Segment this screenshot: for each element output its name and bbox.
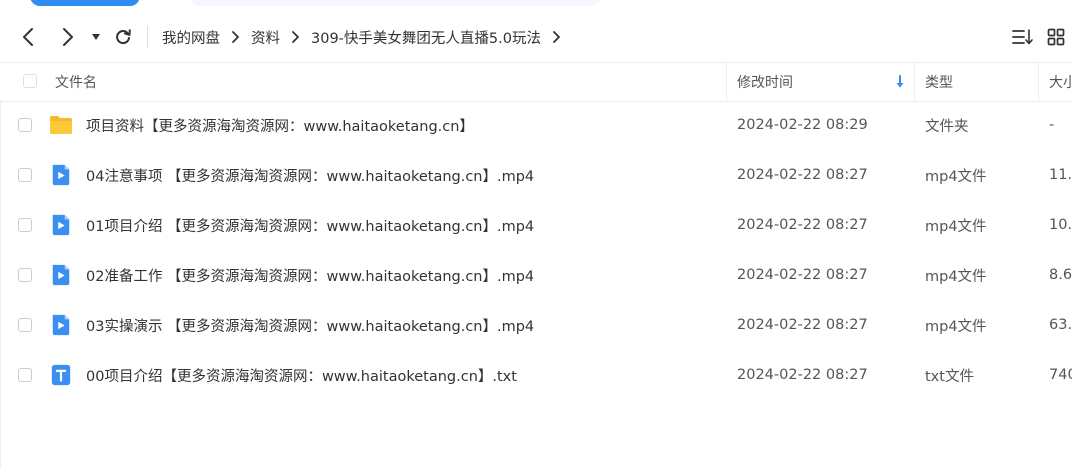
video-file-icon: [52, 214, 70, 236]
column-divider[interactable]: [914, 63, 915, 101]
sort-list-icon: [1012, 29, 1033, 45]
row-checkbox[interactable]: [18, 318, 32, 332]
text-file-icon: [51, 364, 71, 386]
file-modified-time: 2024-02-22 08:27: [737, 317, 868, 333]
file-row[interactable]: 00项目介绍【更多资源海淘资源网：www.haitaoketang.cn】.tx…: [0, 350, 1072, 400]
file-row[interactable]: 02准备工作 【更多资源海淘资源网：www.haitaoketang.cn】.m…: [0, 250, 1072, 300]
file-size: 63.: [1049, 317, 1072, 333]
upload-button[interactable]: [30, 0, 140, 6]
row-checkbox[interactable]: [18, 118, 32, 132]
chevron-right-icon: [231, 31, 239, 43]
video-file-icon: [52, 264, 70, 286]
chevron-left-icon: [23, 28, 33, 46]
chevron-right-icon[interactable]: [552, 31, 560, 43]
column-header-size[interactable]: 大小: [1049, 63, 1072, 101]
forward-button[interactable]: [52, 12, 82, 62]
file-type: mp4文件: [925, 318, 987, 335]
toolbar-divider: [147, 26, 148, 48]
column-header-type[interactable]: 类型: [925, 63, 953, 101]
breadcrumb: 我的网盘 资料 309-快手美女舞团无人直播5.0玩法: [162, 12, 572, 62]
toolbar: 我的网盘 资料 309-快手美女舞团无人直播5.0玩法: [0, 12, 1072, 62]
file-size: 740: [1049, 367, 1072, 383]
top-strip: [0, 0, 1072, 10]
file-modified-time: 2024-02-22 08:27: [737, 267, 868, 283]
file-row[interactable]: 01项目介绍 【更多资源海淘资源网：www.haitaoketang.cn】.m…: [0, 200, 1072, 250]
select-all-checkbox[interactable]: [23, 74, 37, 88]
file-modified-time: 2024-02-22 08:27: [737, 167, 868, 183]
file-size: 8.6: [1049, 267, 1072, 283]
file-name[interactable]: 00项目介绍【更多资源海淘资源网：www.haitaoketang.cn】.tx…: [86, 350, 517, 400]
column-divider[interactable]: [1038, 63, 1039, 101]
video-file-icon: [52, 164, 70, 186]
video-file-icon: [52, 314, 70, 336]
file-type: mp4文件: [925, 268, 987, 285]
column-header-modified[interactable]: 修改时间: [737, 63, 793, 101]
chevron-right-icon: [63, 28, 73, 46]
caret-down-icon: [92, 34, 100, 40]
file-row[interactable]: 项目资料【更多资源海淘资源网：www.haitaoketang.cn】 2024…: [0, 100, 1072, 150]
row-checkbox[interactable]: [18, 218, 32, 232]
file-name[interactable]: 04注意事项 【更多资源海淘资源网：www.haitaoketang.cn】.m…: [86, 150, 534, 200]
file-name[interactable]: 02准备工作 【更多资源海淘资源网：www.haitaoketang.cn】.m…: [86, 250, 534, 300]
file-type: mp4文件: [925, 218, 987, 235]
sort-menu-button[interactable]: [1011, 12, 1033, 62]
column-divider[interactable]: [726, 63, 727, 101]
chevron-right-icon: [291, 31, 299, 43]
file-row[interactable]: 04注意事项 【更多资源海淘资源网：www.haitaoketang.cn】.m…: [0, 150, 1072, 200]
grid-view-button[interactable]: [1047, 12, 1065, 62]
back-button[interactable]: [14, 12, 44, 62]
file-modified-time: 2024-02-22 08:27: [737, 367, 868, 383]
breadcrumb-item-root[interactable]: 我的网盘: [162, 27, 220, 48]
file-name[interactable]: 项目资料【更多资源海淘资源网：www.haitaoketang.cn】: [86, 100, 474, 150]
file-size: 11.: [1049, 167, 1072, 183]
row-checkbox[interactable]: [18, 368, 32, 382]
breadcrumb-item-current[interactable]: 309-快手美女舞团无人直播5.0玩法: [311, 27, 541, 48]
grid-view-icon: [1047, 28, 1065, 46]
arrow-down-icon: [896, 75, 904, 88]
file-modified-time: 2024-02-22 08:27: [737, 217, 868, 233]
file-size: 10.: [1049, 217, 1072, 233]
file-list-header: 文件名 修改时间 类型 大小: [0, 62, 1072, 102]
row-checkbox[interactable]: [18, 268, 32, 282]
sort-descending-icon[interactable]: [895, 63, 905, 101]
row-checkbox[interactable]: [18, 168, 32, 182]
file-modified-time: 2024-02-22 08:29: [737, 117, 868, 133]
refresh-button[interactable]: [110, 12, 136, 62]
column-header-name[interactable]: 文件名: [55, 63, 97, 101]
history-dropdown-button[interactable]: [86, 12, 106, 62]
file-type: txt文件: [925, 368, 974, 385]
file-size: -: [1049, 117, 1055, 133]
breadcrumb-item-materials[interactable]: 资料: [251, 27, 280, 48]
folder-icon: [50, 116, 72, 134]
file-name[interactable]: 03实操演示 【更多资源海淘资源网：www.haitaoketang.cn】.m…: [86, 300, 534, 350]
file-type: 文件夹: [925, 118, 969, 135]
refresh-icon: [116, 29, 131, 45]
file-row[interactable]: 03实操演示 【更多资源海淘资源网：www.haitaoketang.cn】.m…: [0, 300, 1072, 350]
file-name[interactable]: 01项目介绍 【更多资源海淘资源网：www.haitaoketang.cn】.m…: [86, 200, 534, 250]
search-box[interactable]: [190, 0, 600, 6]
file-type: mp4文件: [925, 168, 987, 185]
